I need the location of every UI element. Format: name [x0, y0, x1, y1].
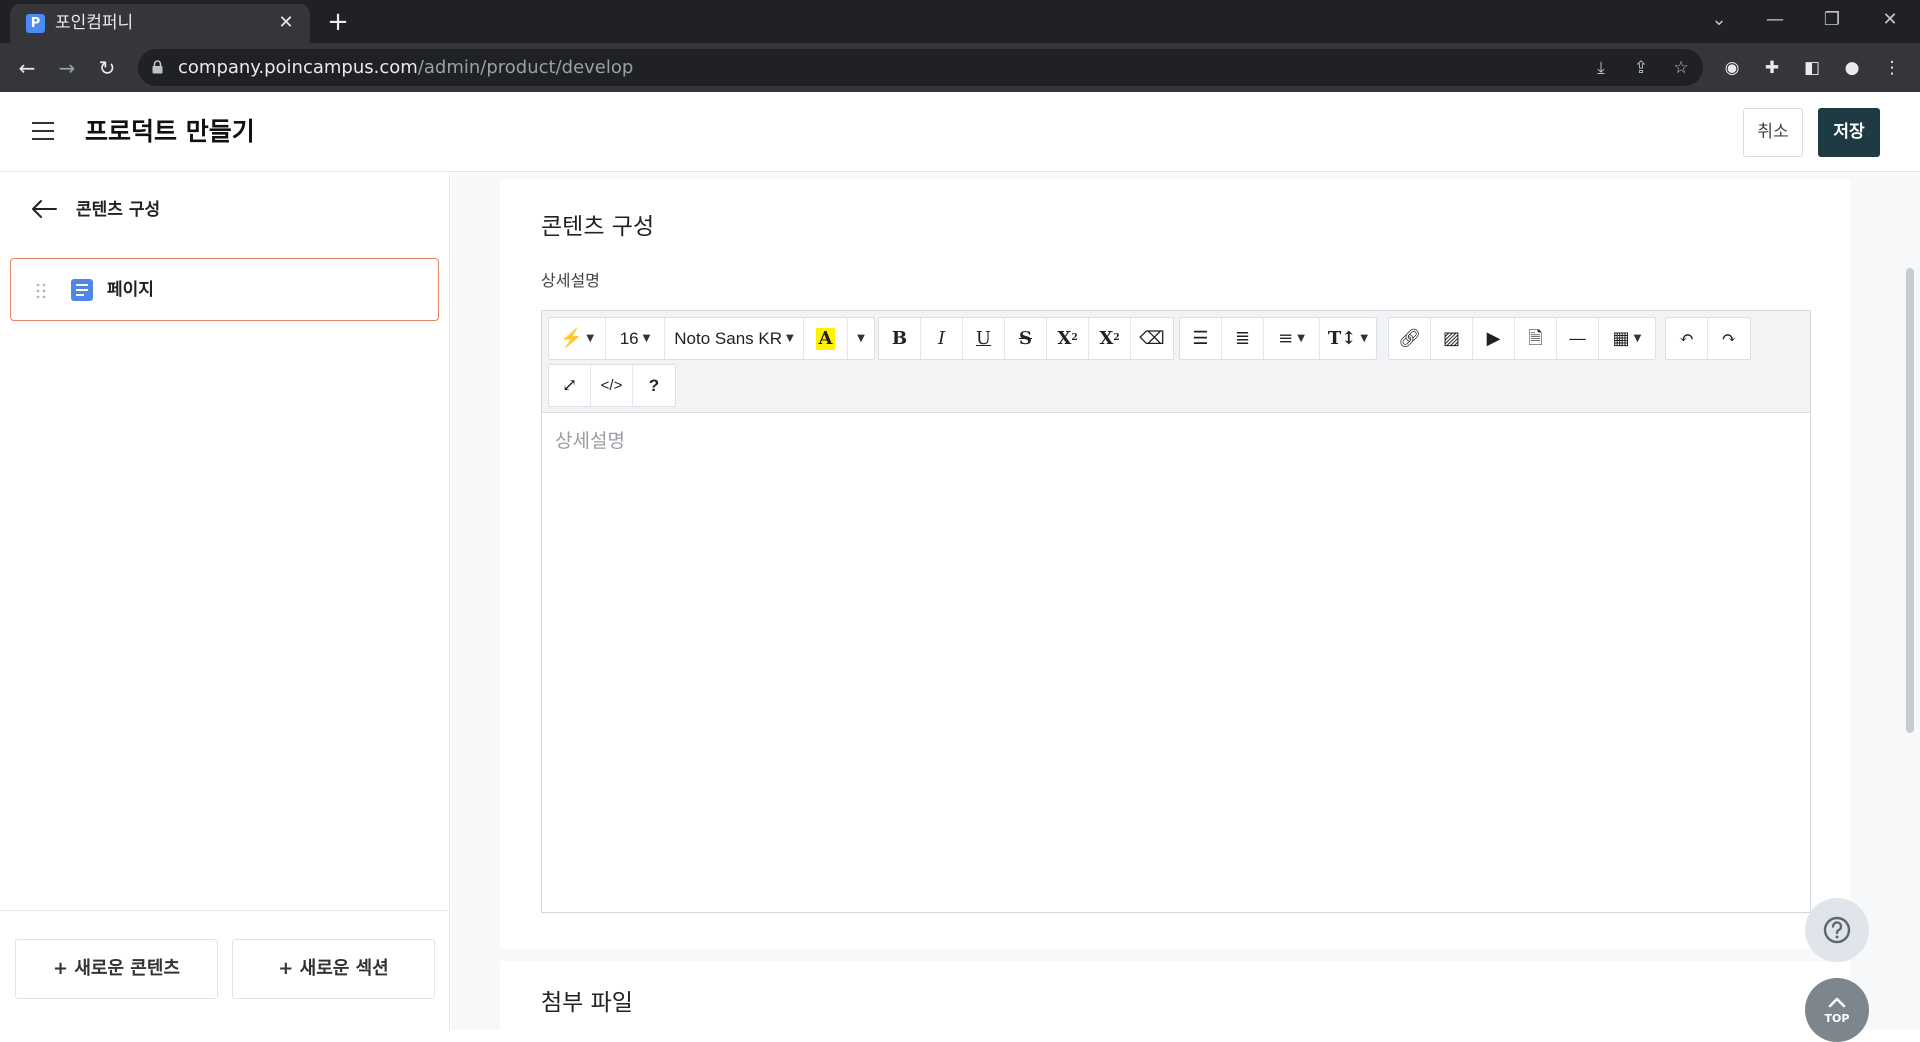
- page-scrollbar[interactable]: [1906, 268, 1914, 733]
- eraser-icon[interactable]: ⌫: [1131, 318, 1173, 359]
- file-icon[interactable]: 🗎︎: [1515, 318, 1557, 359]
- section-title: 콘텐츠 구성: [541, 214, 655, 240]
- table-icon[interactable]: ▦ ▼: [1599, 318, 1655, 359]
- extensions-icon[interactable]: ✚: [1758, 54, 1786, 82]
- sidebar-item-label: 페이지: [107, 280, 154, 300]
- toolbar-group-style: ⚡ ▼ 16 ▼ Noto Sans KR ▼ A ▼: [548, 317, 875, 360]
- line-height-icon[interactable]: T↕ ▼: [1320, 318, 1376, 359]
- highlight-color-icon[interactable]: A: [804, 318, 848, 359]
- toolbar-group-paragraph: ☰ ≣ ≡ ▼ T↕ ▼: [1179, 317, 1377, 360]
- editor-toolbar: ⚡ ▼ 16 ▼ Noto Sans KR ▼ A ▼ B I U S X2 X2 ⌫: [542, 311, 1810, 413]
- favicon-icon: P: [26, 14, 45, 33]
- superscript-icon[interactable]: X2: [1047, 318, 1089, 359]
- video-icon[interactable]: ▶: [1473, 318, 1515, 359]
- back-label: 콘텐츠 구성: [76, 200, 161, 220]
- font-family-value: Noto Sans KR: [674, 329, 783, 348]
- tab-search-icon[interactable]: ⌄: [1699, 4, 1739, 36]
- bold-icon[interactable]: B: [879, 318, 921, 359]
- minimize-icon[interactable]: —: [1755, 4, 1795, 36]
- profile-icon[interactable]: ●: [1838, 54, 1866, 82]
- hamburger-menu-icon[interactable]: [32, 122, 56, 142]
- drag-handle-icon[interactable]: [35, 282, 47, 300]
- camera-extension-icon[interactable]: ◉: [1718, 54, 1746, 82]
- back-icon[interactable]: ←: [12, 53, 42, 83]
- align-icon[interactable]: ≡ ▼: [1264, 318, 1320, 359]
- font-size-value: 16: [619, 329, 639, 348]
- code-view-icon[interactable]: </>: [591, 365, 633, 406]
- editor-placeholder: 상세설명: [555, 430, 625, 452]
- toolbar-group-insert: 🔗︎ ▨ ▶ 🗎︎ — ▦ ▼: [1388, 317, 1656, 360]
- app: 프로덕트 만들기 취소 저장 콘텐츠 구성 페이지 + 새로운 콘텐츠 + 새로…: [0, 92, 1920, 1042]
- tab-title: 포인컴퍼니: [55, 13, 134, 33]
- fullscreen-icon[interactable]: ⤢: [549, 365, 591, 406]
- question-circle-icon: [1823, 916, 1851, 944]
- address-bar[interactable]: company.poincampus.com/admin/product/dev…: [138, 49, 1703, 86]
- italic-icon[interactable]: I: [921, 318, 963, 359]
- cancel-button[interactable]: 취소: [1743, 108, 1803, 157]
- url-host: company.poincampus.com: [178, 57, 418, 78]
- underline-icon[interactable]: U: [963, 318, 1005, 359]
- side-panel-icon[interactable]: ◧: [1798, 54, 1826, 82]
- link-icon[interactable]: 🔗︎: [1389, 318, 1431, 359]
- attachments-card: 첨부 파일: [500, 961, 1851, 1041]
- browser-tab[interactable]: P 포인컴퍼니 ✕: [10, 4, 310, 43]
- new-section-button[interactable]: + 새로운 섹션: [232, 939, 435, 999]
- chevron-up-icon: [1828, 997, 1846, 1008]
- redo-icon[interactable]: ↷: [1708, 318, 1750, 359]
- scroll-top-button[interactable]: TOP: [1805, 978, 1869, 1042]
- menu-kebab-icon[interactable]: ⋮: [1878, 54, 1906, 82]
- bullet-list-icon[interactable]: ☰: [1180, 318, 1222, 359]
- reload-icon[interactable]: ↻: [92, 53, 122, 83]
- sidebar: 콘텐츠 구성 페이지 + 새로운 콘텐츠 + 새로운 섹션: [0, 173, 450, 1030]
- share-icon[interactable]: ⇪: [1628, 55, 1654, 81]
- restore-icon[interactable]: ❐: [1812, 4, 1852, 36]
- help-button[interactable]: [1805, 898, 1869, 962]
- toolbar-group-format: B I U S X2 X2 ⌫: [878, 317, 1174, 360]
- sidebar-footer: + 새로운 콘텐츠 + 새로운 섹션: [0, 910, 449, 1030]
- font-size-dropdown[interactable]: 16 ▼: [606, 318, 665, 359]
- help-icon[interactable]: ?: [633, 365, 675, 406]
- forward-icon[interactable]: →: [52, 53, 82, 83]
- numbered-list-icon[interactable]: ≣: [1222, 318, 1264, 359]
- browser-toolbar: ← → ↻ company.poincampus.com/admin/produ…: [0, 43, 1920, 92]
- install-app-icon[interactable]: ⤓: [1588, 55, 1614, 81]
- arrow-left-icon: [32, 200, 57, 218]
- sidebar-item-page[interactable]: 페이지: [10, 258, 439, 321]
- new-content-button[interactable]: + 새로운 콘텐츠: [15, 939, 218, 999]
- highlight-color-dropdown-icon[interactable]: ▼: [848, 318, 874, 359]
- save-button[interactable]: 저장: [1818, 108, 1880, 157]
- close-window-icon[interactable]: ✕: [1870, 4, 1910, 36]
- main-content: 콘텐츠 구성 상세설명 ⚡ ▼ 16 ▼ Noto Sans KR ▼ A ▼ B I: [451, 173, 1920, 1041]
- new-tab-icon[interactable]: +: [323, 7, 353, 37]
- attachments-title: 첨부 파일: [541, 990, 633, 1016]
- url-path: /admin/product/develop: [417, 57, 634, 78]
- field-label: 상세설명: [541, 271, 600, 290]
- toolbar-group-view: ⤢ </> ?: [548, 364, 676, 407]
- lock-icon: [152, 60, 163, 74]
- url-text: company.poincampus.com/admin/product/dev…: [178, 57, 633, 79]
- bookmark-star-icon[interactable]: ☆: [1668, 55, 1694, 81]
- undo-icon[interactable]: ↶: [1666, 318, 1708, 359]
- toolbar-group-history: ↶ ↷: [1665, 317, 1751, 360]
- font-family-dropdown[interactable]: Noto Sans KR ▼: [665, 318, 804, 359]
- subscript-icon[interactable]: X2: [1089, 318, 1131, 359]
- page-title: 프로덕트 만들기: [85, 117, 255, 146]
- image-icon[interactable]: ▨: [1431, 318, 1473, 359]
- app-header: 프로덕트 만들기 취소 저장: [0, 92, 1920, 172]
- scroll-top-label: TOP: [1824, 1012, 1850, 1025]
- browser-titlebar: P 포인컴퍼니 ✕ + ⌄ — ❐ ✕: [0, 0, 1920, 43]
- magic-wand-icon[interactable]: ⚡ ▼: [549, 318, 606, 359]
- horizontal-rule-icon[interactable]: —: [1557, 318, 1599, 359]
- content-card: 콘텐츠 구성 상세설명 ⚡ ▼ 16 ▼ Noto Sans KR ▼ A ▼ B I: [500, 179, 1851, 949]
- rich-text-editor: ⚡ ▼ 16 ▼ Noto Sans KR ▼ A ▼ B I U S X2 X2 ⌫: [541, 310, 1811, 913]
- editor-body[interactable]: 상세설명: [542, 414, 1810, 912]
- tab-close-icon[interactable]: ✕: [274, 11, 298, 35]
- document-icon: [71, 279, 93, 301]
- strikethrough-icon[interactable]: S: [1005, 318, 1047, 359]
